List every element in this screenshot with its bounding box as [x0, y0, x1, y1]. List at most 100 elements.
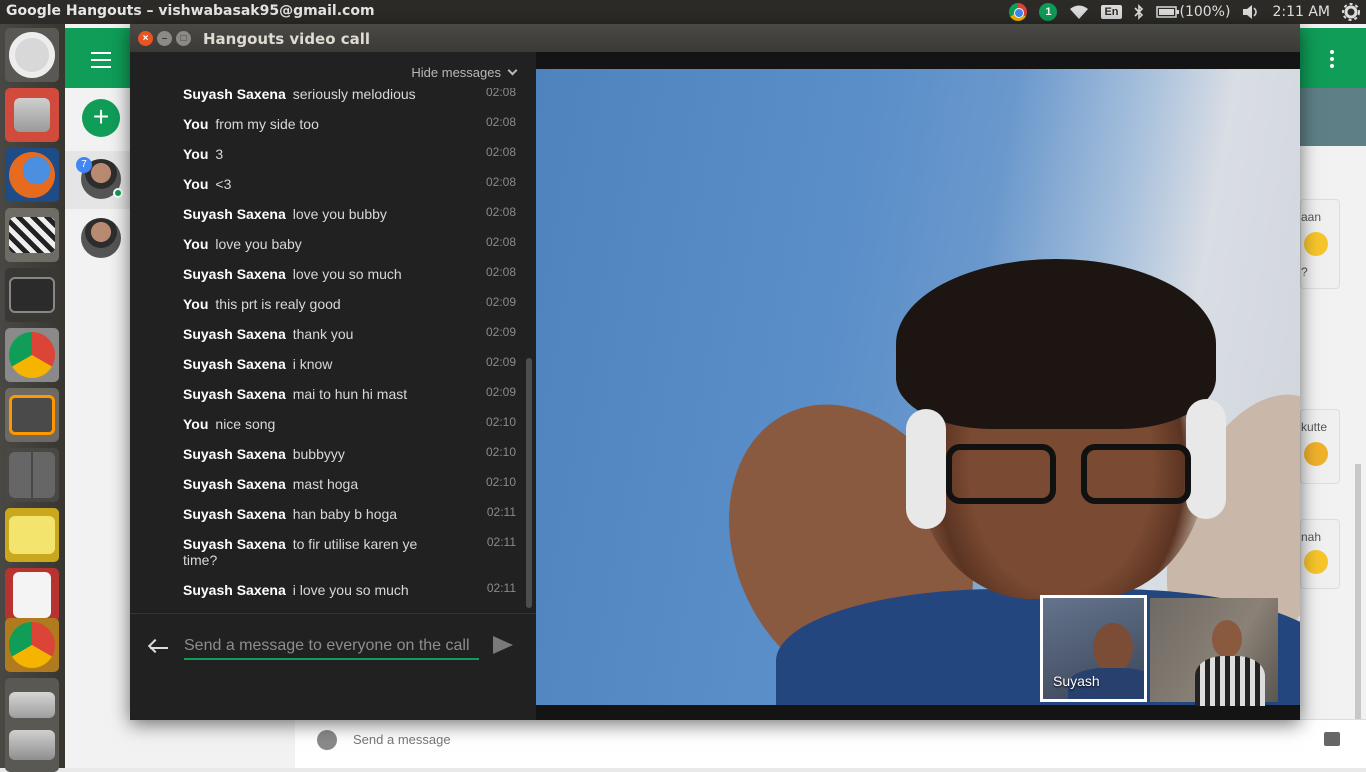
chat-message: Suyash Saxena seriously melodious 02:08 [130, 88, 524, 110]
image-attach-icon[interactable] [1324, 732, 1340, 746]
workspace-switcher-icon [9, 452, 55, 498]
system-top-bar: Google Hangouts – vishwabasak95@gmail.co… [0, 0, 1366, 24]
message-text: han baby b hoga [292, 506, 398, 522]
chat-message: You this prt is realy good 02:09 [130, 290, 524, 320]
message-bubble: nah [1300, 519, 1340, 589]
battery-percent: (100%) [1179, 4, 1231, 20]
hide-messages-label: Hide messages [411, 65, 501, 80]
participant-thumbnail-selected[interactable]: Suyash [1040, 595, 1147, 702]
launcher-workspace-button[interactable] [5, 448, 59, 502]
message-text: this prt is realy good [215, 296, 341, 312]
files-icon [14, 98, 50, 132]
chat-message: Suyash Saxena han baby b hoga 02:11 [130, 500, 524, 530]
send-icon[interactable] [493, 636, 515, 656]
call-message-input[interactable] [184, 634, 479, 660]
keyboard-layout-indicator[interactable]: En [1101, 5, 1122, 19]
smiley-emoji-icon [1304, 550, 1328, 574]
video-area: Suyash [536, 52, 1300, 720]
chat-message: Suyash Saxena bubbyyy 02:10 [130, 440, 524, 470]
message-timestamp: 02:09 [485, 385, 516, 399]
pdf-reader-icon [13, 572, 51, 618]
message-bubble: kutte [1300, 409, 1340, 484]
launcher-text-editor-button[interactable] [5, 508, 59, 562]
launcher-video-editor-button[interactable] [5, 208, 59, 262]
message-timestamp: 02:09 [485, 355, 516, 369]
chat-message: Suyash Saxena i know 02:09 [130, 350, 524, 380]
message-list[interactable]: Suyash Saxena seriously melodious 02:08 You… [130, 88, 524, 613]
message-text: love you baby [215, 236, 302, 252]
chat-message: Suyash Saxena mast hoga 02:10 [130, 470, 524, 500]
participant-thumbnail[interactable] [1150, 598, 1278, 706]
call-chat-pane: Hide messages Suyash Saxena seriously mel… [130, 52, 536, 720]
message-timestamp: 02:10 [485, 475, 516, 489]
message-text: <3 [215, 176, 232, 192]
launcher-sublime-button[interactable] [5, 388, 59, 442]
wifi-icon[interactable] [1069, 4, 1089, 20]
window-titlebar[interactable]: × – □ Hangouts video call [130, 24, 1300, 52]
conversation-header-strip [1300, 88, 1366, 146]
chat-message: You 3 02:08 [130, 140, 524, 170]
menu-icon[interactable] [91, 52, 111, 68]
message-text: 3 [215, 146, 224, 162]
launcher-firefox-button[interactable] [5, 148, 59, 202]
volume-icon[interactable] [1242, 4, 1260, 20]
launcher-chrome-button[interactable] [5, 328, 59, 382]
message-timestamp: 02:08 [485, 175, 516, 189]
chat-message: You <3 02:08 [130, 170, 524, 200]
message-bubble: aan ? [1300, 199, 1340, 289]
chrome-icon [9, 622, 55, 668]
clock[interactable]: 2:11 AM [1272, 4, 1330, 20]
chat-message: Suyash Saxena thank you 02:09 [130, 320, 524, 350]
emoji-picker-icon[interactable] [317, 730, 337, 750]
launcher-chrome-active-button[interactable] [5, 618, 59, 672]
scrollbar-thumb[interactable] [526, 358, 532, 608]
message-text: thank you [292, 326, 354, 342]
settings-gear-icon[interactable] [1342, 3, 1360, 21]
window-maximize-button[interactable]: □ [176, 31, 191, 46]
participant-thumbnails: Suyash [1040, 595, 1278, 706]
chevron-down-icon [507, 65, 518, 76]
message-text: love you bubby [292, 206, 387, 222]
online-status-dot [113, 188, 123, 198]
conversation-item-active[interactable] [65, 151, 135, 209]
notification-badge[interactable]: 1 [1039, 3, 1058, 21]
message-timestamp: 02:10 [485, 445, 516, 459]
launcher-trash-button[interactable] [5, 718, 59, 772]
message-composer [130, 613, 536, 720]
message-timestamp: 02:10 [485, 415, 516, 429]
window-close-button[interactable]: × [138, 31, 153, 46]
chat-message: Suyash Saxena mai to hun hi mast 02:09 [130, 380, 524, 410]
battery-icon [1155, 6, 1179, 18]
launcher-terminal-button[interactable] [5, 268, 59, 322]
ubuntu-dash-icon [9, 32, 55, 78]
chrome-icon [9, 332, 55, 378]
chat-message: Suyash Saxena love you so much 02:08 [130, 260, 524, 290]
bluetooth-icon[interactable] [1133, 4, 1144, 20]
trash-icon [9, 730, 55, 760]
background-compose-bar: Send a message [295, 719, 1366, 768]
chat-message: Suyash Saxena love you bubby 02:08 [130, 200, 524, 230]
launcher-files-button[interactable] [5, 88, 59, 142]
terminal-icon [9, 277, 55, 313]
new-conversation-button[interactable]: + [82, 99, 120, 137]
sublime-text-icon [9, 395, 55, 435]
message-timestamp: 02:11 [486, 505, 516, 519]
message-timestamp: 02:09 [485, 325, 516, 339]
launcher-pdf-reader-button[interactable] [5, 568, 59, 622]
launcher-dash-button[interactable] [5, 28, 59, 82]
back-arrow-icon[interactable] [147, 638, 170, 658]
more-options-icon[interactable] [1330, 50, 1336, 70]
chat-message: Suyash Saxena i love you so much 02:11 [130, 576, 524, 606]
compose-placeholder[interactable]: Send a message [353, 732, 451, 747]
firefox-icon [9, 152, 55, 198]
message-text: mast hoga [292, 476, 359, 492]
drives-icon [9, 692, 55, 718]
message-scrollbar[interactable] [524, 88, 536, 613]
window-minimize-button[interactable]: – [157, 31, 172, 46]
battery-indicator[interactable]: (100%) [1155, 4, 1231, 20]
chrome-indicator-icon[interactable] [1009, 3, 1028, 21]
message-text: mai to hun hi mast [292, 386, 408, 402]
hide-messages-button[interactable]: Hide messages [411, 65, 518, 80]
message-timestamp: 02:08 [485, 145, 516, 159]
conversation-item-avatar[interactable] [81, 218, 121, 258]
